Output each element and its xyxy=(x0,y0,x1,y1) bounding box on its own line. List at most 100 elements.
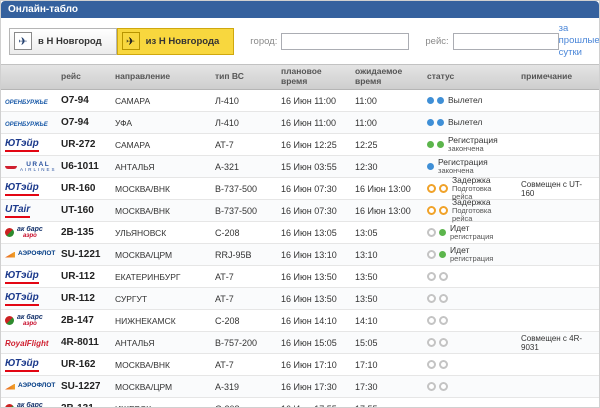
airline-logo-text: ак барсаэро xyxy=(17,402,43,407)
aircraft-type: А-321 xyxy=(215,161,240,172)
aircraft-type: АТ-7 xyxy=(215,139,234,150)
tab-to-nnovgorod[interactable]: ✈ в Н Новгород xyxy=(9,27,117,55)
col-header-status: статус xyxy=(427,72,455,82)
status-text: Идет регистрация xyxy=(450,246,493,264)
status-cell xyxy=(423,360,517,369)
destination: ЕКАТЕРИНБУРГ xyxy=(115,271,181,282)
airline-logo-text: АЭРОФЛОТ xyxy=(18,251,55,258)
city-label: город: xyxy=(250,35,278,47)
aeroflot-logo-icon xyxy=(5,251,15,258)
flight-number: SU-1221 xyxy=(61,249,101,260)
airline-logo-line: ЮТэйр xyxy=(5,138,39,152)
planned-time: 16 Июн 17:10 xyxy=(281,359,337,370)
airline-logo-cell: ак барсаэро xyxy=(1,226,57,239)
status-dot-blue xyxy=(427,119,434,126)
status-cell xyxy=(423,294,517,303)
destination: МОСКВА/ВНК xyxy=(115,359,170,370)
airline-logo-utair_ru: ЮТэйр xyxy=(5,270,39,284)
airline-logo-text: ак барсаэро xyxy=(17,226,43,239)
tab-to-nnovgorod-label: в Н Новгород xyxy=(38,35,102,47)
status-cell: Вылетел xyxy=(423,118,517,127)
planned-time: 16 Июн 13:10 xyxy=(281,249,337,260)
status-dot-gray-o xyxy=(427,360,436,369)
airline-logo-line: ак барс xyxy=(17,226,43,233)
city-input[interactable] xyxy=(281,32,410,50)
aeroflot-logo-icon xyxy=(5,383,15,390)
col-header-planned-time: плановое время xyxy=(281,67,322,86)
airline-logo-line: аэро xyxy=(22,233,37,239)
aircraft-type: В-757-200 xyxy=(215,337,258,348)
airline-logo-cell: ак барсаэро xyxy=(1,314,57,327)
destination: МОСКВА/ЦРМ xyxy=(115,381,173,392)
tab-from-nnovgorod[interactable]: ✈ из Н Новгорода xyxy=(116,27,235,55)
destination: АНТАЛЬЯ xyxy=(115,161,155,172)
expected-time: 17:30 xyxy=(355,381,378,392)
airline-logo-text: ак барсаэро xyxy=(17,314,43,327)
airline-logo-line: AIRLINES xyxy=(20,167,57,172)
airline-logo-cell: ЮТэйр xyxy=(1,138,57,152)
status-text: Идет регистрация xyxy=(450,224,493,242)
expected-time: 14:10 xyxy=(355,315,378,326)
planned-time: 16 Июн 07:30 xyxy=(281,183,337,194)
airline-logo-akbars: ак барсаэро xyxy=(5,226,43,239)
akbars-logo-icon xyxy=(5,404,14,407)
planned-time: 16 Июн 13:50 xyxy=(281,293,337,304)
planned-time: 16 Июн 13:50 xyxy=(281,271,337,282)
flight-number: UT-160 xyxy=(61,205,94,216)
col-header-expected-time: ожидаемое время xyxy=(355,67,403,86)
expected-time: 13:10 xyxy=(355,249,378,260)
aircraft-type: Л-410 xyxy=(215,95,239,106)
status-dots xyxy=(427,360,448,369)
destination: АНТАЛЬЯ xyxy=(115,337,155,348)
airline-logo-utair_ru: ЮТэйр xyxy=(5,292,39,306)
airline-logo-text: ЮТэйр xyxy=(5,292,39,306)
airline-logo-orenburzhye: ОРЕНБУРЖЬЕ xyxy=(5,100,48,106)
airline-logo-cell: ОРЕНБУРЖЬЕ xyxy=(1,96,57,106)
expected-time: 17:55 xyxy=(351,404,423,408)
note: Совмещен с 4R-9031 xyxy=(521,333,583,352)
aircraft-type: С-208 xyxy=(215,227,240,238)
status-dot-gray-o xyxy=(427,316,436,325)
expected-time: 16 Июн 13:00 xyxy=(355,205,411,216)
status-dot-gray-o xyxy=(439,316,448,325)
destination: МОСКВА/ЦРМ xyxy=(115,249,173,260)
destination: САМАРА xyxy=(115,139,151,150)
aircraft-type: С-208 xyxy=(211,404,277,408)
destination: САМАРА xyxy=(115,95,151,106)
table-row: ак барс аэро 2В-135 УЛЬЯНОВСК С-208 16 Июн 13… xyxy=(1,222,599,244)
airline-logo-line: UTair xyxy=(5,204,31,218)
online-board: Онлайн-табло ✈ в Н Новгород ✈ из Н Новго… xyxy=(0,0,600,408)
airline-logo-utair_ru: ЮТэйр xyxy=(5,138,39,152)
status-cell: Регистрация закончена xyxy=(423,158,517,176)
status-dots xyxy=(427,316,448,325)
status-dot-green xyxy=(437,141,444,148)
planned-time: 16 Июн 13:05 xyxy=(281,227,337,238)
aircraft-type: В-737-500 xyxy=(215,205,258,216)
status-dots xyxy=(427,272,448,281)
status-dots xyxy=(427,294,448,303)
expected-time: 11:00 xyxy=(355,95,377,106)
status-dot-orange-o xyxy=(427,206,436,215)
table-body: ОРЕНБУРЖЬЕ О7-94 САМАРА Л-410 16 Июн 11:00 11… xyxy=(1,90,599,408)
planned-time: 16 Июн 17:55 xyxy=(277,404,351,408)
status-dot-gray-o xyxy=(427,272,436,281)
flight-input[interactable] xyxy=(452,32,559,50)
status-dots xyxy=(427,206,448,215)
status-dot-orange-o xyxy=(439,184,448,193)
status-dot-gray-o xyxy=(439,338,448,347)
airplane-icon: ✈ xyxy=(121,32,140,50)
airline-logo-text: ОРЕНБУРЖЬЕ xyxy=(5,122,48,128)
status-dot-gray-o xyxy=(439,294,448,303)
flight-label: рейс: xyxy=(425,35,449,47)
city-filter: город: xyxy=(250,32,410,50)
status-line: Подготовка рейса xyxy=(452,205,492,224)
expected-time: 11:00 xyxy=(355,117,377,128)
airline-logo-utair_ru: ЮТэйр xyxy=(5,182,39,196)
airline-logo-cell: АЭРОФЛОТ xyxy=(1,382,57,392)
flight-number: UR-112 xyxy=(61,293,95,304)
status-line: Вылетел xyxy=(448,117,483,127)
history-link[interactable]: за прошлые сутки xyxy=(559,23,599,59)
note: Совмещен с UT-160 xyxy=(521,179,583,198)
airline-logo-cell: ЮТэйр xyxy=(1,182,57,196)
status-dot-blue xyxy=(437,119,444,126)
